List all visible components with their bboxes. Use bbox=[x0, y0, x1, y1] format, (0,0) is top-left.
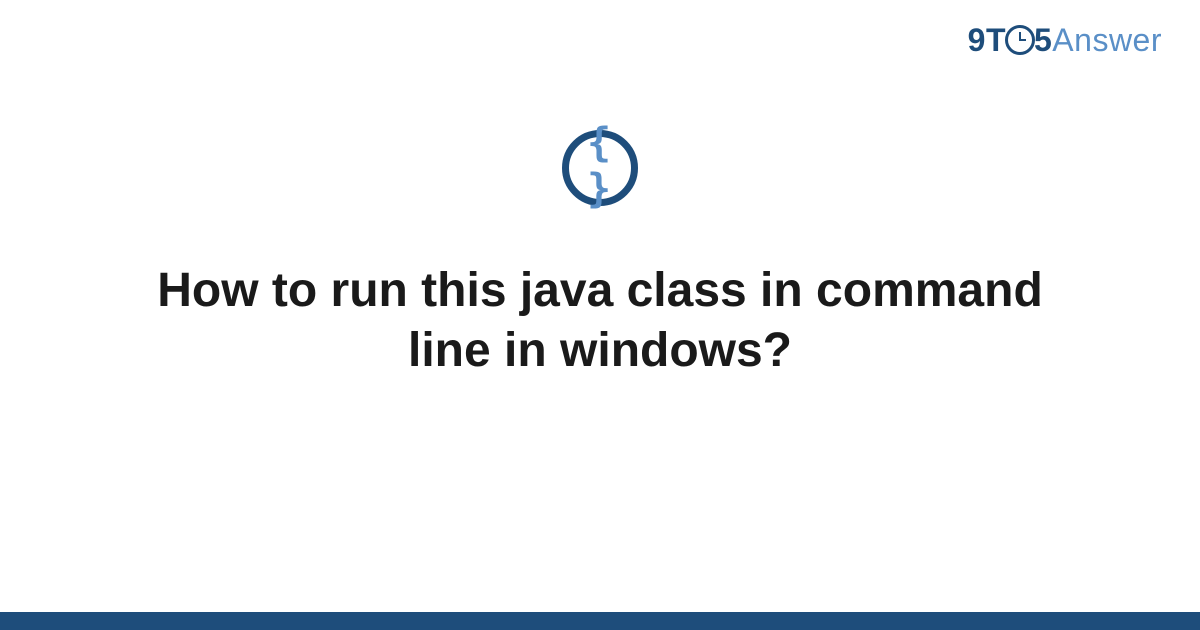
logo-t: T bbox=[986, 22, 1006, 58]
main-content: { } How to run this java class in comman… bbox=[0, 130, 1200, 381]
site-logo: 9T5Answer bbox=[968, 22, 1162, 59]
clock-icon bbox=[1005, 25, 1035, 55]
footer-bar bbox=[0, 612, 1200, 630]
logo-nine: 9 bbox=[968, 22, 986, 58]
logo-answer: Answer bbox=[1052, 22, 1162, 58]
code-braces-icon: { } bbox=[562, 130, 638, 206]
logo-five: 5 bbox=[1034, 22, 1052, 58]
braces-glyph: { } bbox=[585, 120, 616, 212]
question-title: How to run this java class in command li… bbox=[150, 261, 1050, 381]
